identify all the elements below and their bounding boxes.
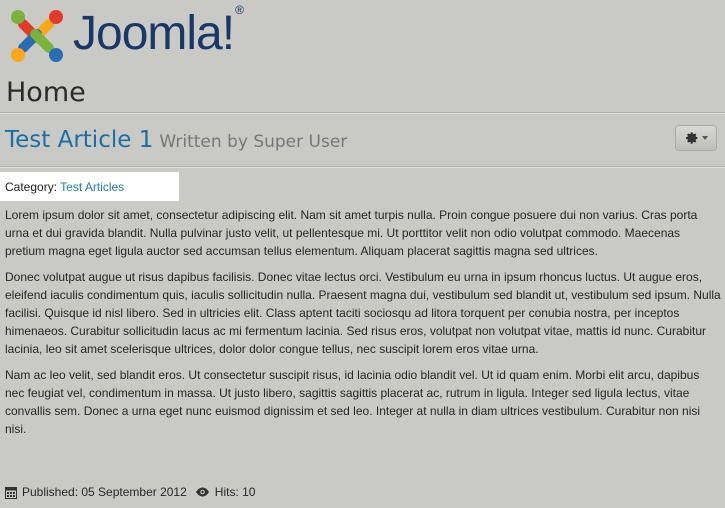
article-paragraph: Lorem ipsum dolor sit amet, consectetur …: [5, 208, 698, 258]
calendar-icon: [5, 486, 17, 499]
article-title[interactable]: Test Article 1: [5, 127, 153, 153]
article-body: Lorem ipsum dolor sit amet, consectetur …: [5, 206, 721, 446]
article-options-button[interactable]: [675, 125, 717, 151]
article-paragraph: Nam ac leo velit, sed blandit eros. Ut c…: [5, 368, 701, 436]
article-byline: Written by Super User: [159, 132, 348, 152]
divider: [0, 112, 725, 114]
category-link[interactable]: Test Articles: [60, 180, 124, 194]
divider: [0, 166, 725, 168]
article-info: Published: 05 September 2012 Hits: 10: [5, 485, 255, 499]
published-date: Published: 05 September 2012: [22, 485, 187, 499]
article-paragraph: Donec volutpat augue ut risus dapibus fa…: [5, 270, 721, 356]
registered-mark: ®: [235, 3, 244, 17]
article-header: Test Article 1 Written by Super User: [5, 127, 347, 153]
eye-icon: [195, 487, 209, 497]
hits-count: Hits: 10: [214, 485, 256, 499]
page-title: Home: [6, 77, 86, 108]
site-header: Joomla!®: [5, 3, 244, 69]
joomla-logo-icon[interactable]: [5, 4, 69, 68]
site-logo-text[interactable]: Joomla!®: [73, 4, 244, 58]
gear-icon: [685, 132, 697, 144]
category-label: Category:: [5, 180, 58, 194]
article-category: Category: Test Articles: [0, 172, 179, 201]
chevron-down-icon: [701, 136, 708, 140]
